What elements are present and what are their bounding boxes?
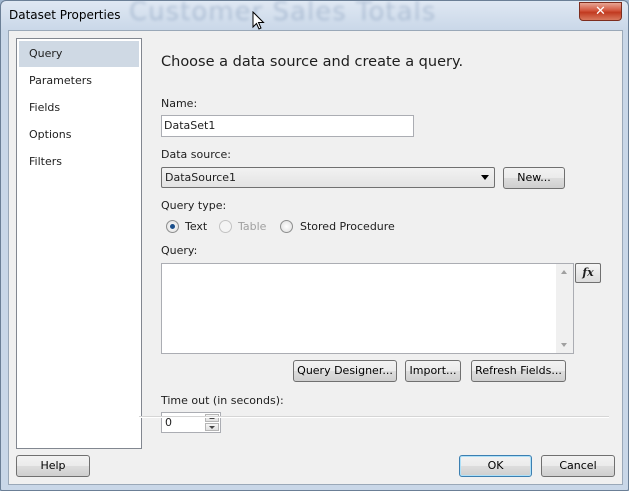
- radio-text[interactable]: [166, 220, 179, 233]
- nav-item-label: Query: [29, 47, 63, 60]
- query-label: Query:: [161, 244, 198, 257]
- radio-stored-procedure-label[interactable]: Stored Procedure: [300, 220, 395, 233]
- scroll-down-icon[interactable]: [561, 343, 567, 347]
- expression-button[interactable]: fx: [575, 263, 601, 283]
- new-datasource-button[interactable]: New...: [503, 167, 565, 189]
- fx-icon: fx: [582, 266, 594, 279]
- close-button[interactable]: ✕: [579, 2, 622, 21]
- page-heading: Choose a data source and create a query.: [161, 54, 464, 70]
- mouse-cursor-icon: [252, 11, 265, 30]
- footer-divider: [139, 416, 609, 418]
- name-label: Name:: [161, 97, 198, 110]
- close-icon: ✕: [595, 4, 606, 19]
- query-scrollbar[interactable]: [556, 264, 573, 353]
- background-window-title: Customer Sales Totals: [129, 0, 437, 27]
- window-title: Dataset Properties: [9, 8, 121, 22]
- chevron-down-icon: [481, 175, 489, 180]
- datasource-select[interactable]: DataSource1: [161, 167, 495, 188]
- radio-stored-procedure[interactable]: [280, 220, 293, 233]
- query-designer-button[interactable]: Query Designer...: [293, 360, 397, 382]
- radio-text-label[interactable]: Text: [185, 220, 207, 233]
- spin-down-icon[interactable]: [205, 423, 219, 431]
- title-bar[interactable]: Customer Sales Totals Dataset Properties…: [1, 1, 628, 31]
- nav-item-fields[interactable]: Fields: [19, 95, 139, 121]
- radio-table-label: Table: [238, 220, 267, 233]
- nav-item-options[interactable]: Options: [19, 122, 139, 148]
- nav-item-label: Fields: [29, 101, 61, 114]
- nav-item-filters[interactable]: Filters: [19, 149, 139, 175]
- query-type-label: Query type:: [161, 199, 227, 212]
- radio-table: [219, 220, 232, 233]
- name-input[interactable]: DataSet1: [161, 115, 414, 137]
- datasource-label: Data source:: [161, 148, 231, 161]
- datasource-value: DataSource1: [165, 171, 237, 184]
- timeout-label: Time out (in seconds):: [161, 394, 284, 407]
- nav-item-label: Filters: [29, 155, 62, 168]
- scroll-up-icon[interactable]: [561, 270, 567, 274]
- cancel-button[interactable]: Cancel: [541, 455, 615, 477]
- nav-item-label: Parameters: [29, 74, 92, 87]
- import-button[interactable]: Import...: [405, 360, 461, 382]
- refresh-fields-button[interactable]: Refresh Fields...: [471, 360, 566, 382]
- nav-item-query[interactable]: Query: [19, 41, 139, 67]
- dialog-window: Customer Sales Totals Dataset Properties…: [0, 0, 629, 491]
- ok-button[interactable]: OK: [459, 455, 532, 477]
- help-button[interactable]: Help: [16, 455, 90, 477]
- query-textarea[interactable]: [161, 263, 574, 354]
- nav-item-parameters[interactable]: Parameters: [19, 68, 139, 94]
- nav-item-label: Options: [29, 128, 72, 141]
- nav-list: Query Parameters Fields Options Filters: [16, 38, 142, 449]
